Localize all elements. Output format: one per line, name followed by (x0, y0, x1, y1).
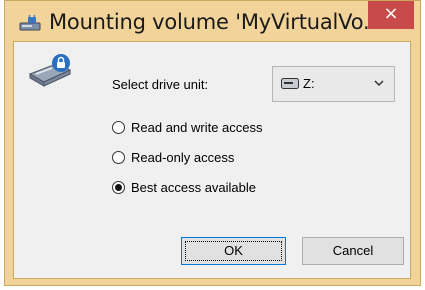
radio-circle (112, 120, 125, 134)
drive-icon (281, 78, 299, 89)
drive-unit-value: Z: (303, 76, 315, 91)
close-icon: × (383, 3, 399, 24)
ok-button-label: OK (224, 243, 243, 258)
best-access-radio[interactable]: Best access available (112, 178, 256, 196)
window-title: Mounting volume 'MyVirtualVo... (49, 10, 383, 34)
drive-unit-label: Select drive unit: (112, 77, 209, 92)
ok-button[interactable]: OK (181, 237, 286, 265)
close-button[interactable]: × (368, 1, 414, 29)
read-only-label: Read-only access (131, 149, 235, 165)
encrypted-drive-icon (28, 54, 72, 87)
title-bar[interactable]: Mounting volume 'MyVirtualVo... × (5, 1, 420, 41)
radio-circle (112, 150, 125, 164)
drive-lock-icon (19, 15, 41, 31)
radio-circle-checked (112, 180, 125, 194)
cancel-button[interactable]: Cancel (302, 237, 404, 265)
read-only-radio[interactable]: Read-only access (112, 148, 234, 166)
read-write-label: Read and write access (131, 119, 263, 135)
best-access-label: Best access available (131, 179, 257, 195)
drive-unit-select[interactable]: Z: (272, 66, 395, 102)
dialog-window: Mounting volume 'MyVirtualVo... × Select… (4, 0, 421, 286)
dialog-body: Select drive unit: Z: Read and write acc… (13, 41, 411, 279)
chevron-down-icon (374, 80, 384, 87)
cancel-button-label: Cancel (332, 243, 374, 258)
read-write-radio[interactable]: Read and write access (112, 118, 263, 136)
